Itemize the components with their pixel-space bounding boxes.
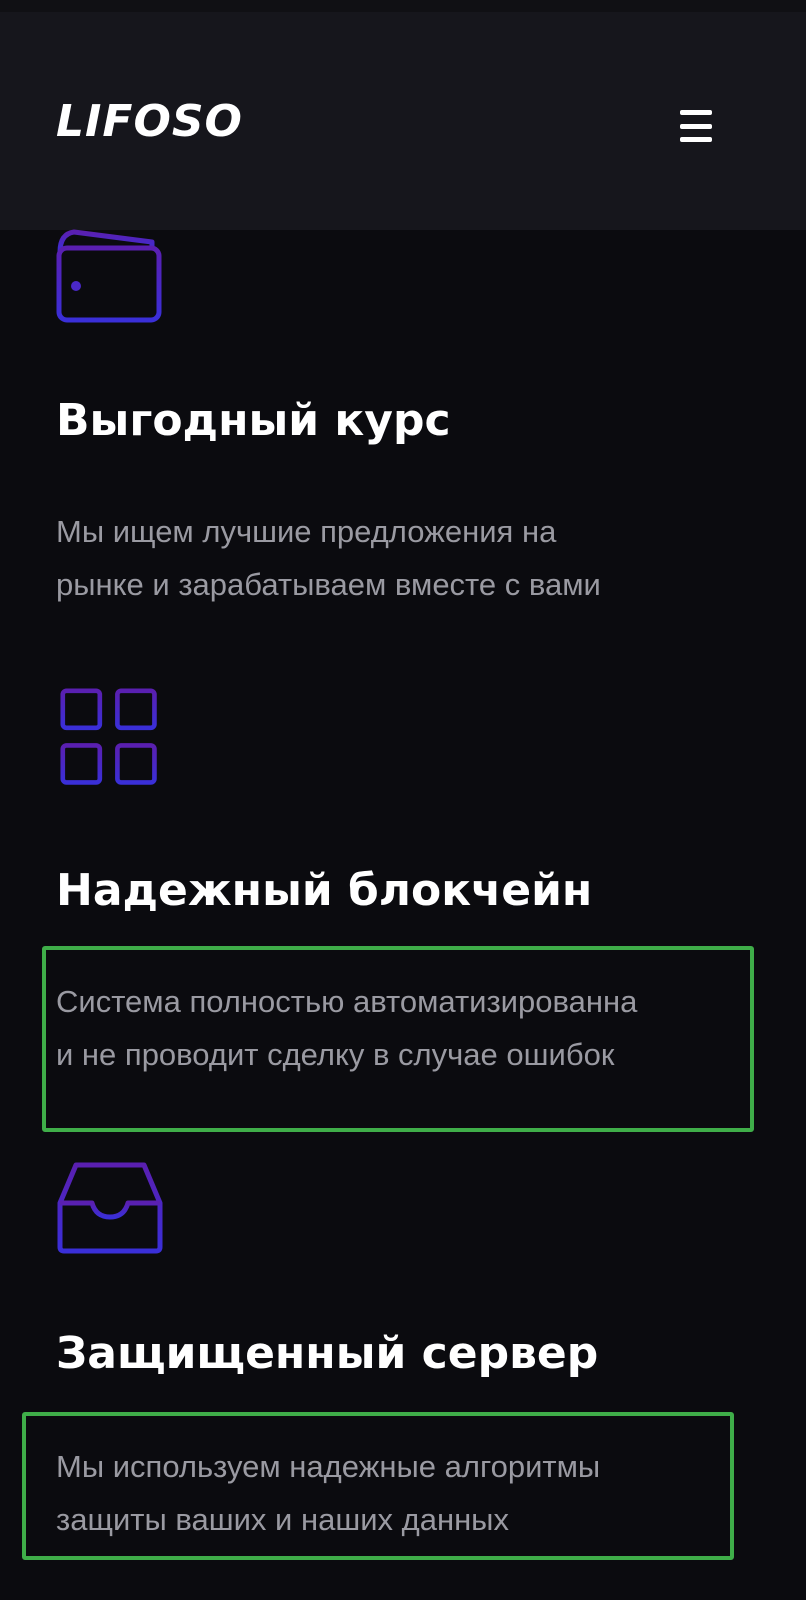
feature-title: Выгодный курс [56, 395, 451, 446]
inbox-tray-icon [57, 1162, 163, 1254]
logo[interactable]: LIFOSO [56, 94, 243, 150]
description-line: рынке и зарабатываем вместе с вами [56, 567, 601, 602]
description-line: Система полностью автоматизированна [56, 984, 638, 1019]
description-line: защиты ваших и наших данных [56, 1502, 509, 1537]
hamburger-menu-icon[interactable] [676, 108, 716, 144]
status-bar-strip [0, 0, 806, 12]
description-line: Мы ищем лучшие предложения на [56, 514, 557, 549]
description-line: Мы используем надежные алгоритмы [56, 1449, 601, 1484]
feature-title: Надежный блокчейн [56, 865, 593, 916]
feature-title: Защищенный сервер [56, 1328, 599, 1379]
feature-description: Мы ищем лучшие предложения на рынке и за… [56, 505, 756, 611]
feature-description: Мы используем надежные алгоритмы защиты … [56, 1440, 756, 1546]
wallet-icon [56, 229, 162, 323]
site-header: LIFOSO [0, 0, 806, 230]
description-line: и не проводит сделку в случае ошибок [56, 1037, 615, 1072]
grid-icon [60, 688, 157, 785]
page: LIFOSO Выгодный курс Мы ищем лучшие пред… [0, 0, 806, 1600]
feature-description: Система полностью автоматизированна и не… [56, 975, 776, 1081]
